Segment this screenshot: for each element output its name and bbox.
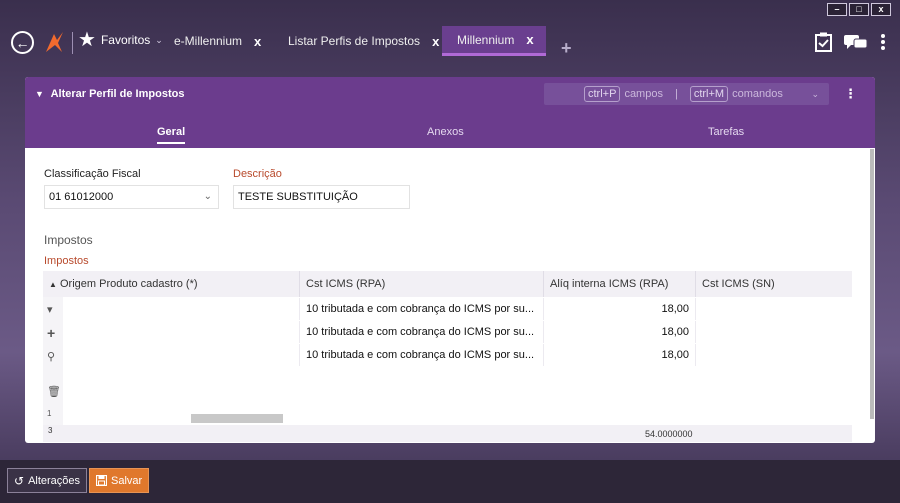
column-header-cst-rpa[interactable]: Cst ICMS (RPA) [299, 271, 543, 297]
tab-millennium[interactable]: Millennium x [442, 26, 546, 56]
grid-footer: 3 54.0000000 [43, 425, 852, 442]
classificacao-fiscal-select[interactable]: 01 61012000 ⌄ [44, 185, 219, 209]
close-tab-icon[interactable]: x [432, 34, 439, 49]
grid-header: ▲ Origem Produto cadastro (*) Cst ICMS (… [43, 271, 852, 297]
horizontal-scrollbar[interactable] [191, 414, 283, 423]
ctrl-p-key: ctrl+P [584, 86, 621, 102]
bottom-bar: ↺ Alterações Salvar [0, 460, 900, 503]
cell-cst-rpa[interactable]: 10 tributada e com cobrança do ICMS por … [299, 321, 543, 343]
separator: | [674, 88, 678, 100]
search-icon[interactable]: ⚲ [47, 350, 55, 363]
chevron-down-icon: ⌄ [155, 34, 163, 45]
maximize-button[interactable]: □ [849, 3, 869, 16]
panel-title-text: Alterar Perfil de Impostos [50, 88, 185, 100]
column-label: Origem Produto cadastro (*) [59, 278, 198, 290]
cell-aliquota[interactable]: 18,00 [543, 321, 695, 343]
close-tab-icon[interactable]: x [526, 32, 533, 47]
grid-toolbar: ▾ + ⚲ 🗑 1 [43, 297, 63, 435]
table-row[interactable]: 10 tributada e com cobrança do ICMS por … [63, 321, 852, 343]
column-header-origem[interactable]: ▲ Origem Produto cadastro (*) [43, 271, 299, 297]
add-row-icon[interactable]: + [47, 325, 55, 341]
descricao-input[interactable]: TESTE SUBSTITUIÇÃO [233, 185, 410, 209]
favorites-menu[interactable]: ★ Favoritos ⌄ [78, 30, 163, 50]
panel-title[interactable]: ▼ Alterar Perfil de Impostos [35, 88, 184, 100]
star-icon: ★ [78, 29, 96, 51]
ctrl-m-key: ctrl+M [689, 86, 729, 102]
sort-up-icon: ▲ [49, 280, 57, 289]
cell-origem[interactable] [63, 298, 299, 320]
trash-icon[interactable]: 🗑 [47, 385, 61, 398]
tab-listar-perfis[interactable]: Listar Perfis de Impostos x [288, 26, 439, 56]
tab-label: Millennium [457, 32, 515, 47]
row-number: 1 [47, 409, 52, 418]
more-vertical-icon[interactable] [880, 33, 886, 51]
column-header-aliquota[interactable]: Alíq interna ICMS (RPA) [543, 271, 695, 297]
back-arrow-icon[interactable]: ← [11, 31, 34, 54]
table-row[interactable]: 10 tributada e com cobrança do ICMS por … [63, 298, 852, 320]
descricao-label: Descrição [233, 168, 282, 180]
alteracoes-label: Alterações [28, 474, 81, 487]
section-title: Impostos [44, 233, 93, 247]
tab-tarefas[interactable]: Tarefas [708, 126, 744, 138]
vertical-scrollbar[interactable] [870, 149, 874, 419]
cell-cst-sn[interactable] [695, 321, 852, 343]
cell-cst-rpa[interactable]: 10 tributada e com cobrança do ICMS por … [299, 344, 543, 366]
favorites-label: Favoritos [100, 33, 151, 47]
clipboard-check-icon[interactable] [815, 32, 832, 52]
tab-label: e-Millennium [174, 34, 243, 48]
close-tab-icon[interactable]: x [254, 34, 261, 49]
chevron-down-icon[interactable]: ⌄ [811, 89, 819, 100]
grid-label: Impostos [44, 255, 89, 267]
chat-icon[interactable] [844, 33, 868, 51]
classificacao-fiscal-label: Classificação Fiscal [44, 168, 141, 180]
panel-tabs: Geral Anexos Tarefas [25, 126, 875, 148]
cell-aliquota[interactable]: 18,00 [543, 344, 695, 366]
minimize-button[interactable]: – [827, 3, 847, 16]
alteracoes-button[interactable]: ↺ Alterações [7, 468, 88, 493]
tab-e-millennium[interactable]: e-Millennium x [174, 26, 261, 56]
campos-label: campos [624, 88, 663, 100]
shortcut-search[interactable]: ctrl+P campos | ctrl+M comandos ⌄ [544, 83, 829, 105]
tab-label: Listar Perfis de Impostos [288, 34, 421, 48]
toolbar-icons [815, 32, 886, 52]
aliquota-total: 54.0000000 [645, 429, 693, 439]
classificacao-fiscal-value: 01 61012000 [49, 191, 114, 203]
column-header-cst-sn[interactable]: Cst ICMS (SN) [695, 271, 852, 297]
panel-header: ▼ Alterar Perfil de Impostos ctrl+P camp… [25, 77, 875, 148]
salvar-label: Salvar [111, 474, 143, 487]
form-panel: ▼ Alterar Perfil de Impostos ctrl+P camp… [25, 77, 875, 443]
top-bar: ← ★ Favoritos ⌄ e-Millennium x Listar Pe… [0, 22, 900, 60]
comandos-label: comandos [732, 88, 783, 100]
cell-cst-sn[interactable] [695, 298, 852, 320]
cell-origem[interactable] [63, 321, 299, 343]
cell-cst-rpa[interactable]: 10 tributada e com cobrança do ICMS por … [299, 298, 543, 320]
tab-anexos[interactable]: Anexos [427, 126, 464, 138]
divider [72, 32, 73, 54]
window-controls: – □ x [827, 3, 891, 16]
save-icon [96, 475, 107, 486]
collapse-triangle-icon: ▼ [35, 89, 44, 99]
impostos-grid: ▲ Origem Produto cadastro (*) Cst ICMS (… [43, 271, 852, 443]
chevron-down-icon: ⌄ [203, 191, 212, 202]
cell-origem[interactable] [63, 344, 299, 366]
cell-cst-sn[interactable] [695, 344, 852, 366]
save-button[interactable]: Salvar [89, 468, 150, 493]
tab-geral[interactable]: Geral [157, 126, 186, 144]
app-logo-icon[interactable] [44, 30, 64, 54]
table-row[interactable]: 10 tributada e com cobrança do ICMS por … [63, 344, 852, 366]
close-window-button[interactable]: x [871, 3, 891, 16]
chevron-down-icon[interactable]: ▾ [47, 303, 53, 316]
add-tab-icon[interactable]: + [561, 38, 572, 59]
descricao-value: TESTE SUBSTITUIÇÃO [238, 191, 358, 203]
cell-aliquota[interactable]: 18,00 [543, 298, 695, 320]
history-icon: ↺ [14, 473, 25, 488]
panel-menu-icon[interactable]: ⋮ [844, 86, 857, 102]
row-count: 3 [48, 426, 53, 435]
